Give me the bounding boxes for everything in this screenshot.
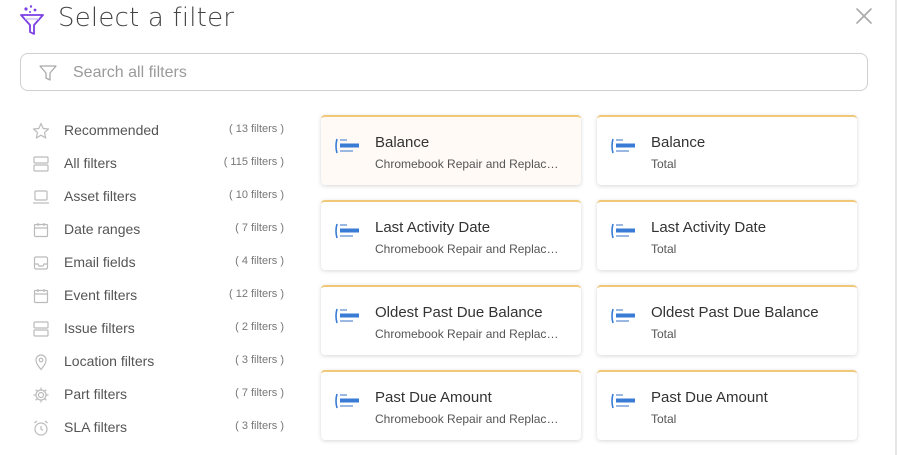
category-label: All filters [64,155,117,171]
filter-card[interactable]: Oldest Past Due Balance Total [597,285,857,355]
filter-card-subtitle: Chromebook Repair and Replacement [375,157,561,171]
search-input[interactable] [71,59,855,87]
category-label: Event filters [64,287,138,303]
filter-card[interactable]: Oldest Past Due Balance Chromebook Repai… [321,285,581,355]
category-location[interactable]: Location filters ( 3 filters ) [28,345,290,378]
filter-card-title: Last Activity Date [375,219,491,236]
myschoolbucks-logo-icon [335,138,359,154]
calendar-icon [33,223,49,238]
category-count: ( 3 filters ) [235,354,284,366]
filter-card-title: Balance [651,134,706,151]
server-icon [33,321,49,337]
category-label: Location filters [64,353,155,369]
filter-card-subtitle: Chromebook Repair and Replacement [375,242,561,256]
category-count: ( 115 filters ) [223,156,284,168]
category-recommended[interactable]: Recommended ( 13 filters ) [28,114,290,147]
category-count: ( 2 filters ) [235,321,284,333]
filter-card-subtitle: Total [651,157,677,171]
category-all[interactable]: All filters ( 115 filters ) [28,147,290,180]
map-pin-icon [35,354,47,371]
category-label: Issue filters [64,320,135,336]
category-label: Date ranges [64,221,141,237]
category-label: SLA filters [64,419,128,435]
gear-icon [33,387,49,403]
category-date[interactable]: Date ranges ( 7 filters ) [28,213,290,246]
close-icon[interactable] [852,4,876,28]
filter-card-title: Balance [375,134,430,151]
category-label: Email fields [64,254,136,270]
category-email[interactable]: Email fields ( 4 filters ) [28,246,290,279]
category-label: Part filters [64,386,128,402]
category-count: ( 12 filters ) [228,288,284,300]
filter-card[interactable]: Past Due Amount Chromebook Repair and Re… [321,370,581,440]
category-label: Recommended [64,122,159,138]
filter-card-subtitle: Chromebook Repair and Replacement [375,327,561,341]
filter-card-title: Last Activity Date [651,219,767,236]
filter-card[interactable]: Balance Total [597,115,857,185]
category-list: Recommended ( 13 filters ) All filters (… [28,114,290,444]
filter-card[interactable]: Balance Chromebook Repair and Replacemen… [321,115,581,185]
alarm-clock-icon [34,420,48,436]
filter-card-subtitle: Chromebook Repair and Replacement [375,412,561,426]
category-label: Asset filters [64,188,137,204]
category-count: ( 3 filters ) [235,420,284,432]
filter-card[interactable]: Past Due Amount Total [597,370,857,440]
myschoolbucks-logo-icon [611,138,635,154]
category-issue[interactable]: Issue filters ( 2 filters ) [28,312,290,345]
category-count: ( 4 filters ) [235,255,284,267]
filter-card-title: Past Due Amount [375,389,492,406]
myschoolbucks-logo-icon [611,223,635,239]
calendar-icon [33,289,49,304]
filter-card-subtitle: Total [651,327,677,341]
search-bar[interactable] [20,53,868,91]
filter-card-title: Oldest Past Due Balance [651,304,819,321]
category-part[interactable]: Part filters ( 7 filters ) [28,378,290,411]
page-title: Select a filter [58,3,235,33]
category-asset[interactable]: Asset filters ( 10 filters ) [28,180,290,213]
myschoolbucks-logo-icon [335,393,359,409]
myschoolbucks-logo-icon [335,308,359,324]
myschoolbucks-logo-icon [335,223,359,239]
filter-card[interactable]: Last Activity Date Chromebook Repair and… [321,200,581,270]
filter-funnel-icon [20,5,44,35]
filter-card-subtitle: Total [651,412,677,426]
category-count: ( 13 filters ) [228,123,284,135]
filter-card[interactable]: Last Activity Date Total [597,200,857,270]
filter-icon [39,65,57,81]
category-count: ( 10 filters ) [228,189,284,201]
category-event[interactable]: Event filters ( 12 filters ) [28,279,290,312]
laptop-icon [33,190,49,204]
category-count: ( 7 filters ) [235,222,284,234]
inbox-icon [33,256,49,270]
filter-card-subtitle: Total [651,242,677,256]
myschoolbucks-logo-icon [611,308,635,324]
server-icon [33,156,49,172]
myschoolbucks-logo-icon [611,393,635,409]
category-sla[interactable]: SLA filters ( 3 filters ) [28,411,290,444]
star-icon [32,122,50,139]
filter-card-title: Oldest Past Due Balance [375,304,543,321]
category-count: ( 7 filters ) [235,387,284,399]
filter-card-title: Past Due Amount [651,389,768,406]
